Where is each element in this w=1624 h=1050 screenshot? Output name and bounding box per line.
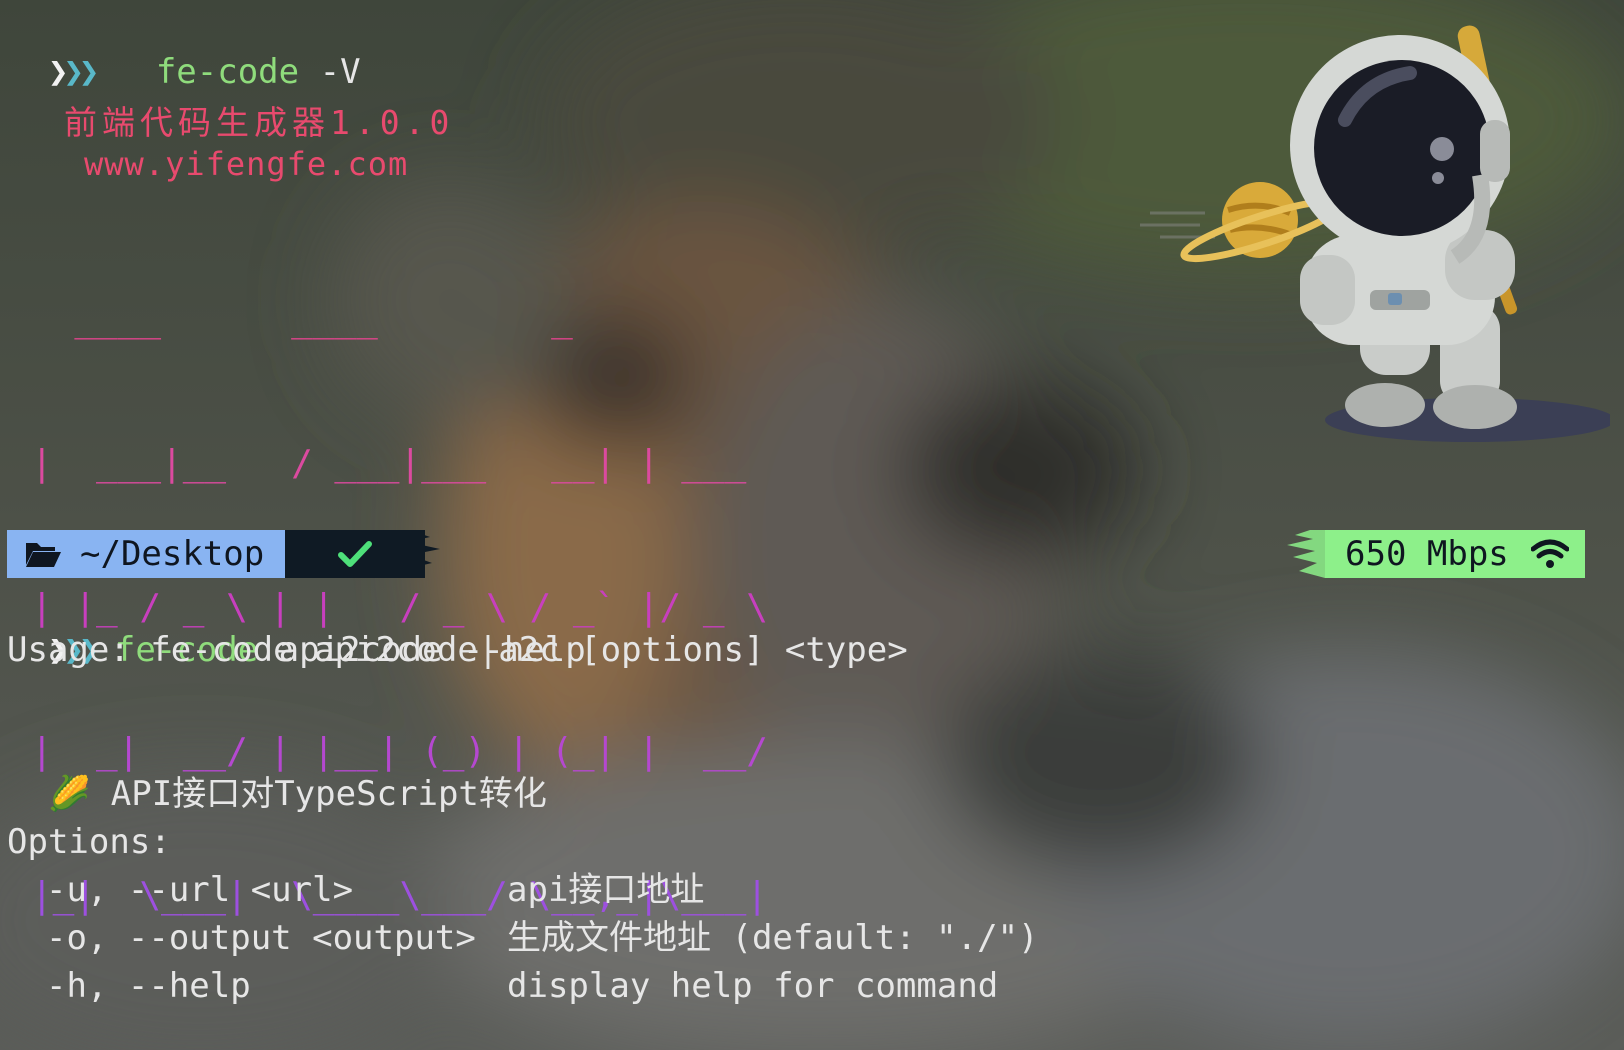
description-text: API接口对TypeScript转化 xyxy=(110,774,547,814)
command-args: -V xyxy=(319,52,361,92)
network-speed: 650 Mbps xyxy=(1345,534,1509,574)
option-flag: -h, --help xyxy=(46,966,251,1006)
ascii-art-line: ____ ____ _ xyxy=(31,299,573,340)
checkmark-icon xyxy=(338,541,372,567)
command-program: fe-code xyxy=(155,52,300,92)
option-flag: -o, --output <output> xyxy=(46,918,476,958)
banner-url: www.yifengfe.com xyxy=(84,145,409,183)
status-segment-exit-code xyxy=(285,530,425,578)
description-line: 🌽 API接口对TypeScript转化 xyxy=(7,722,547,814)
status-segment-network: 650 Mbps xyxy=(1325,530,1585,578)
corn-icon: 🌽 xyxy=(47,774,91,814)
prompt-line-version: ❯❯❯ fe-code -V xyxy=(7,0,361,92)
option-description: display help for command xyxy=(507,966,999,1006)
option-flag: -u, --url <url> xyxy=(46,870,354,910)
banner-title: 前端代码生成器1.0.0 xyxy=(64,103,455,142)
astronaut-illustration xyxy=(1140,25,1610,442)
prompt-chevrons: ❯❯❯ xyxy=(47,52,100,92)
option-description: 生成文件地址 (default: "./") xyxy=(507,918,1039,958)
options-header: Options: xyxy=(7,822,171,862)
wifi-icon xyxy=(1530,539,1569,568)
status-segment-directory: ~/Desktop xyxy=(7,530,285,578)
option-description: api接口地址 xyxy=(507,870,705,910)
ascii-art-line: | ___|__ / ___|___ __| | ___ xyxy=(31,443,747,484)
astronaut-body xyxy=(1290,35,1517,429)
usage-line: Usage: fe-code api2code|a2c [options] <t… xyxy=(7,630,908,670)
folder-open-icon xyxy=(26,543,61,567)
prompt-line-help: ❯❯❯ fe-code api2code --help xyxy=(7,578,586,670)
flame-divider-right xyxy=(1287,530,1330,578)
current-directory: ~/Desktop xyxy=(80,534,265,574)
